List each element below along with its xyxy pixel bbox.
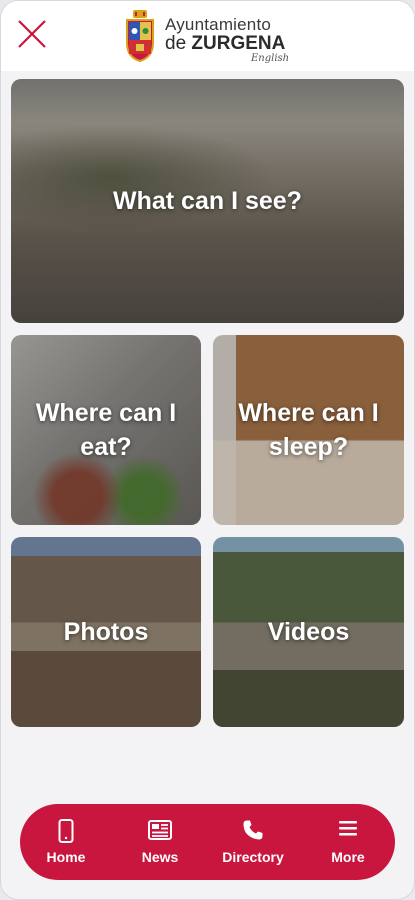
municipality-logo[interactable]: Ayuntamiento de ZURGENA English	[123, 9, 303, 65]
logo-prefix: de	[165, 33, 192, 54]
tile-label: Where can I sleep?	[238, 399, 379, 461]
tile-label: Where can I eat?	[35, 399, 177, 461]
tile-videos[interactable]: Videos	[213, 537, 404, 727]
phone-icon	[58, 819, 74, 843]
tile-where-can-i-eat[interactable]: Where can I eat?	[11, 335, 201, 525]
nav-news-label: News	[141, 849, 179, 865]
nav-more[interactable]: More	[303, 804, 393, 880]
phone-handset-icon	[243, 820, 263, 840]
nav-directory[interactable]: Directory	[208, 804, 298, 880]
nav-news[interactable]: News	[115, 804, 205, 880]
logo-town-name: ZURGENA	[191, 33, 286, 54]
close-button[interactable]	[15, 17, 49, 51]
tile-what-can-i-see[interactable]: What can I see?	[11, 79, 404, 323]
newspaper-icon	[148, 820, 172, 840]
nav-directory-label: Directory	[222, 849, 284, 865]
tile-label: Photos	[63, 618, 149, 646]
header-bar: Ayuntamiento de ZURGENA English	[1, 1, 414, 71]
tile-photos[interactable]: Photos	[11, 537, 201, 727]
logo-title-line1: Ayuntamiento	[165, 15, 272, 34]
logo-title-line2: de ZURGENA	[165, 33, 285, 55]
app-screen: Ayuntamiento de ZURGENA English What can…	[0, 0, 415, 900]
hamburger-menu-icon	[339, 821, 357, 836]
nav-more-label: More	[331, 849, 365, 865]
bottom-navigation-bar: Home News Directory More	[20, 804, 395, 880]
nav-home-label: Home	[46, 849, 86, 865]
coat-of-arms-icon	[126, 10, 154, 63]
language-label: English	[251, 53, 290, 64]
close-icon	[18, 20, 46, 48]
tile-label: What can I see?	[113, 187, 302, 215]
tile-where-can-i-sleep[interactable]: Where can I sleep?	[213, 335, 404, 525]
nav-home[interactable]: Home	[21, 804, 111, 880]
tile-label: Videos	[267, 618, 350, 646]
